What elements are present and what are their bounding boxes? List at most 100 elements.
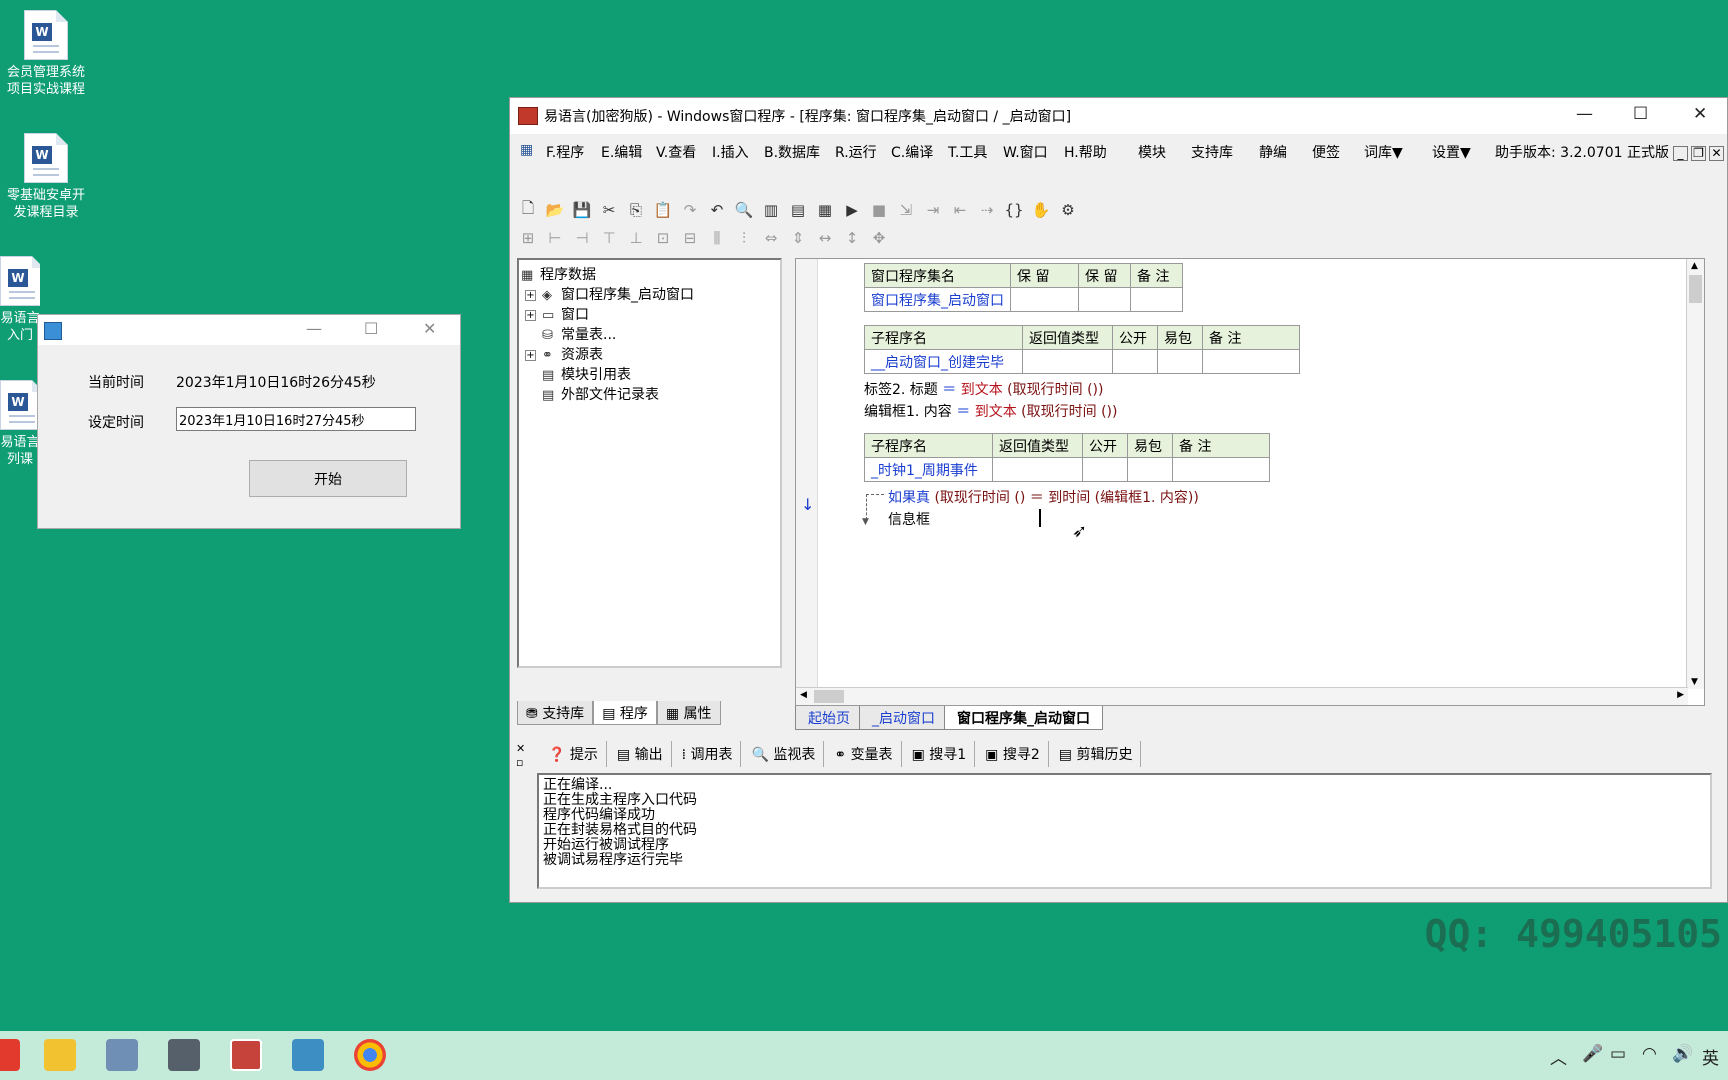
table-cell[interactable] <box>1078 287 1131 312</box>
menu-program[interactable]: F.程序 <box>546 142 584 162</box>
align-bottom-icon[interactable]: ⊥ <box>624 226 648 250</box>
run-to-cursor-icon[interactable]: ⇢ <box>975 198 999 222</box>
save-icon[interactable]: 💾 <box>570 198 594 222</box>
code-line[interactable]: 编辑框1. 内容 ＝ 到文本 (取现行时间 ()) <box>864 401 1117 421</box>
tree-item-resources[interactable]: + ⚭ 资源表 <box>525 344 603 364</box>
menu-tools[interactable]: T.工具 <box>948 142 987 162</box>
battery-icon[interactable]: ▭ <box>1610 1044 1626 1064</box>
menu-view[interactable]: V.查看 <box>656 142 696 162</box>
menu-static-compile[interactable]: 静编 <box>1259 142 1287 162</box>
video-recorder-icon[interactable] <box>168 1039 200 1071</box>
start-button[interactable]: 开始 <box>249 460 407 497</box>
editor-horizontal-scrollbar[interactable]: ◀ ▶ <box>796 687 1688 705</box>
taskbar-app-icon[interactable] <box>0 1039 20 1071</box>
scroll-right-icon[interactable]: ▶ <box>1677 690 1684 700</box>
tray-expand-icon[interactable]: ︿ <box>1550 1044 1567 1069</box>
table-cell[interactable] <box>1082 457 1128 482</box>
tab-search1[interactable]: ▣ 搜寻1 <box>904 741 976 767</box>
desktop-icon-member-system[interactable]: W 会员管理系统 项目实战课程 <box>0 10 92 98</box>
layout1-icon[interactable]: ▥ <box>759 198 783 222</box>
tab-tips[interactable]: ❓ 提示 <box>540 741 607 767</box>
tree-item-window[interactable]: + ▭ 窗口 <box>525 304 589 324</box>
table-cell[interactable]: __启动窗口_创建完毕 <box>864 349 1023 374</box>
menu-insert[interactable]: I.插入 <box>712 142 749 162</box>
taskbar-app-icon[interactable] <box>106 1039 138 1071</box>
tab-search2[interactable]: ▣ 搜寻2 <box>977 741 1049 767</box>
tab-properties[interactable]: ▦ 属性 <box>656 701 721 725</box>
menu-thesaurus[interactable]: 词库▼ <box>1364 142 1403 162</box>
paste-icon[interactable]: 📋 <box>651 198 675 222</box>
tab-support-lib[interactable]: ⛃ 支持库 <box>517 701 594 725</box>
center-h-icon[interactable]: ⊡ <box>651 226 675 250</box>
timer-window-titlebar[interactable]: — ☐ ✕ <box>38 315 460 345</box>
table-cell[interactable] <box>1157 349 1203 374</box>
stop-icon[interactable]: ■ <box>867 198 891 222</box>
step-out-icon[interactable]: ⇤ <box>948 198 972 222</box>
size-h-icon[interactable]: ↔ <box>813 226 837 250</box>
ide-titlebar[interactable]: 易语言(加密狗版) - Windows窗口程序 - [程序集: 窗口程序集_启动… <box>510 98 1727 134</box>
tab-output[interactable]: ▤ 输出 <box>609 741 672 767</box>
step-over-icon[interactable]: ⇥ <box>921 198 945 222</box>
center-v-icon[interactable]: ⊟ <box>678 226 702 250</box>
tree-item-module-refs[interactable]: ▤ 模块引用表 <box>542 364 631 384</box>
table-cell[interactable] <box>1022 349 1113 374</box>
tree-item-external-files[interactable]: ▤ 外部文件记录表 <box>542 384 659 404</box>
redo-icon[interactable]: ↷ <box>678 198 702 222</box>
menu-help[interactable]: H.帮助 <box>1064 142 1107 162</box>
set-time-input[interactable] <box>176 407 416 431</box>
minimize-icon[interactable]: — <box>306 319 322 338</box>
scroll-up-icon[interactable]: ▲ <box>1691 261 1698 271</box>
menu-modules[interactable]: 模块 <box>1138 142 1166 162</box>
align-left-icon[interactable]: ⊢ <box>543 226 567 250</box>
tab-call-table[interactable]: ⁞ 调用表 <box>674 741 742 767</box>
layout3-icon[interactable]: ▦ <box>813 198 837 222</box>
timer-app-taskbar-icon[interactable] <box>292 1039 324 1071</box>
output-log[interactable]: 正在编译... 正在生成主程序入口代码 程序代码编译成功 正在封装易格式目的代码… <box>537 773 1712 889</box>
table-cell[interactable] <box>1010 287 1079 312</box>
menu-database[interactable]: B.数据库 <box>764 142 820 162</box>
maximize-icon[interactable]: ☐ <box>1633 104 1648 124</box>
maximize-icon[interactable]: ☐ <box>364 319 378 338</box>
mdi-minimize-icon[interactable]: _ <box>1673 146 1688 161</box>
close-icon[interactable]: ✕ <box>1693 104 1707 124</box>
new-file-icon[interactable]: 🗋 <box>516 198 540 222</box>
table-cell[interactable] <box>1172 457 1270 482</box>
scroll-left-icon[interactable]: ◀ <box>800 690 807 700</box>
find-icon[interactable]: 🔍 <box>732 198 756 222</box>
run-icon[interactable]: ▶ <box>840 198 864 222</box>
mdi-restore-icon[interactable]: ❐ <box>1691 146 1706 161</box>
tab-program[interactable]: ▤ 程序 <box>593 701 657 725</box>
menu-window[interactable]: W.窗口 <box>1003 142 1048 162</box>
desktop-icon-android-course[interactable]: W 零基础安卓开 发课程目录 <box>0 133 92 221</box>
eyuyan-ide-taskbar-icon[interactable] <box>230 1039 262 1071</box>
same-width-icon[interactable]: ⇔ <box>759 226 783 250</box>
code-editor[interactable]: ↓ 窗口程序集名 保 留 保 留 备 注 窗口程序集_启动窗口 子程序名 返回值… <box>795 258 1705 706</box>
volume-icon[interactable]: 🔊 <box>1672 1044 1693 1064</box>
layout2-icon[interactable]: ▤ <box>786 198 810 222</box>
step-into-icon[interactable]: ⇲ <box>894 198 918 222</box>
braces-icon[interactable]: {} <box>1002 198 1026 222</box>
space-h-icon[interactable]: ⫼ <box>705 226 729 250</box>
table-cell[interactable]: 窗口程序集_启动窗口 <box>864 287 1011 312</box>
file-explorer-icon[interactable] <box>44 1039 76 1071</box>
editor-vertical-scrollbar[interactable]: ▲ ▼ <box>1686 259 1704 689</box>
tree-item-constants[interactable]: ⛁ 常量表... <box>542 324 616 344</box>
tab-clip-history[interactable]: ▤ 剪辑历史 <box>1051 741 1142 767</box>
microphone-icon[interactable]: 🎤 <box>1582 1044 1603 1064</box>
tab-start-page[interactable]: 起始页 <box>795 706 863 730</box>
align-icon[interactable]: ⊞ <box>516 226 540 250</box>
code-line-msgbox[interactable]: 信息框 <box>888 509 930 529</box>
tab-startup-window[interactable]: _启动窗口 <box>859 706 948 730</box>
copy-icon[interactable]: ⎘ <box>624 198 648 222</box>
code-line[interactable]: 标签2. 标题 ＝ 到文本 (取现行时间 ()) <box>864 379 1103 399</box>
table-cell[interactable]: _时钟1_周期事件 <box>864 457 993 482</box>
table-cell[interactable] <box>1130 287 1183 312</box>
align-right-icon[interactable]: ⊣ <box>570 226 594 250</box>
scroll-thumb[interactable] <box>814 690 844 703</box>
tab-variables[interactable]: ⚭ 变量表 <box>826 741 902 767</box>
menu-compile[interactable]: C.编译 <box>891 142 933 162</box>
table-cell[interactable] <box>1127 457 1173 482</box>
scroll-thumb[interactable] <box>1689 275 1702 303</box>
close-icon[interactable]: ✕ <box>423 319 436 338</box>
table-cell[interactable] <box>992 457 1083 482</box>
